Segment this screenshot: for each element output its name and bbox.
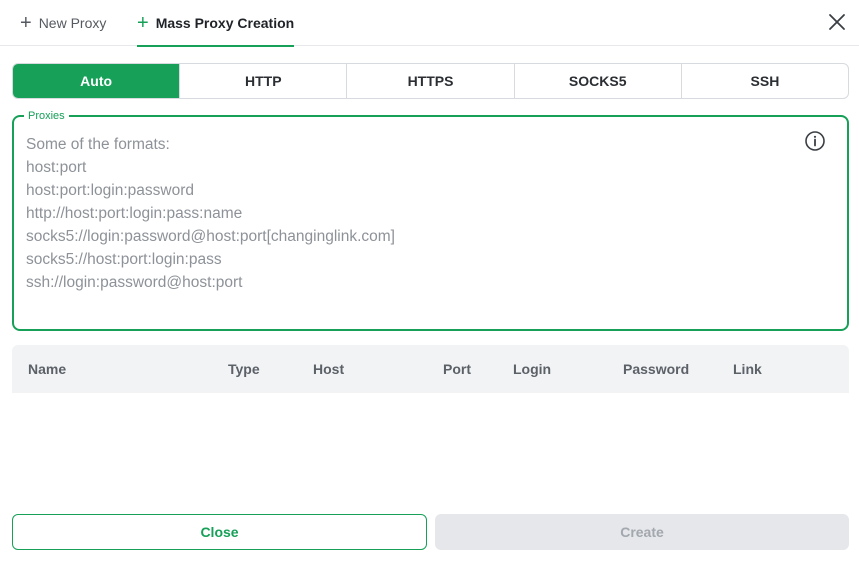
active-tab-indicator bbox=[137, 45, 295, 47]
tab-mass-proxy-creation-label: Mass Proxy Creation bbox=[155, 15, 295, 31]
proxy-type-selector: Auto HTTP HTTPS SOCKS5 SSH bbox=[12, 63, 849, 99]
close-button[interactable]: Close bbox=[12, 514, 427, 550]
type-option-auto[interactable]: Auto bbox=[13, 64, 180, 98]
column-header-host[interactable]: Host bbox=[313, 345, 344, 393]
proxies-textarea[interactable]: Proxies Some of the formats: host:port h… bbox=[12, 108, 849, 331]
tab-mass-proxy-creation[interactable]: + Mass Proxy Creation bbox=[137, 0, 295, 47]
proxies-label: Proxies bbox=[24, 108, 69, 124]
type-option-http[interactable]: HTTP bbox=[179, 64, 346, 98]
type-option-socks5[interactable]: SOCKS5 bbox=[513, 64, 681, 98]
column-header-password[interactable]: Password bbox=[623, 345, 689, 393]
tab-new-proxy-label: New Proxy bbox=[38, 15, 107, 31]
close-icon[interactable] bbox=[823, 8, 851, 36]
type-option-https[interactable]: HTTPS bbox=[346, 64, 513, 98]
type-option-ssh[interactable]: SSH bbox=[680, 64, 848, 98]
column-header-link[interactable]: Link bbox=[733, 345, 762, 393]
column-header-login[interactable]: Login bbox=[513, 345, 551, 393]
column-header-name[interactable]: Name bbox=[28, 345, 66, 393]
proxy-table-header: Name Type Host Port Login Password Link bbox=[12, 345, 849, 393]
proxies-placeholder: Some of the formats: host:port host:port… bbox=[26, 136, 395, 291]
tab-new-proxy[interactable]: + New Proxy bbox=[20, 0, 106, 46]
column-header-type[interactable]: Type bbox=[228, 345, 260, 393]
dialog-header: + New Proxy + Mass Proxy Creation bbox=[0, 0, 859, 47]
plus-icon: + bbox=[20, 12, 32, 34]
info-icon[interactable] bbox=[804, 130, 826, 152]
plus-icon: + bbox=[137, 12, 149, 34]
create-button[interactable]: Create bbox=[435, 514, 849, 550]
column-header-port[interactable]: Port bbox=[443, 345, 471, 393]
